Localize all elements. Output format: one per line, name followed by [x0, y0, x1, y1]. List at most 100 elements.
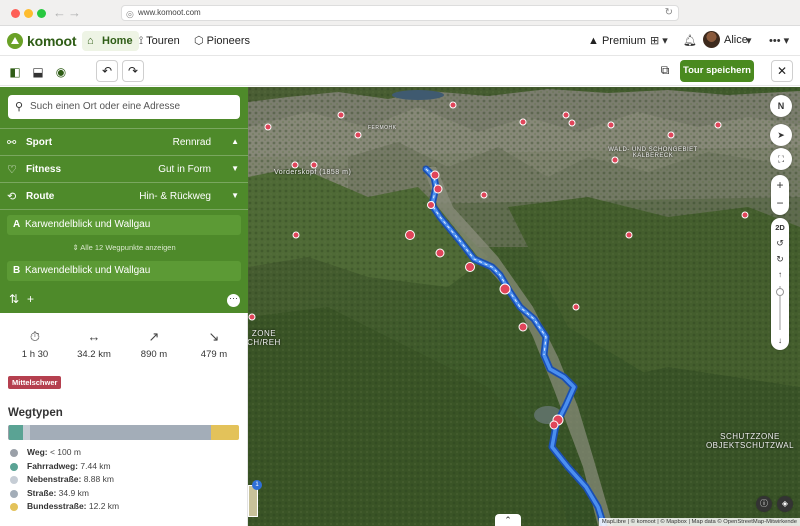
route-label: Route	[26, 191, 55, 202]
window-close-button[interactable]	[11, 9, 20, 18]
zoom-in-icon[interactable]: +	[771, 178, 789, 192]
app-header: komoot ⌂ Home ⟟ Touren ⬡ Pioneers ▲ Premiu…	[0, 26, 800, 56]
more-menu-icon[interactable]: ••• ▾	[769, 34, 789, 47]
waypoint-b[interactable]: B Karwendelblick und Wallgau	[7, 261, 241, 281]
waypoint-a[interactable]: A Karwendelblick und Wallgau	[7, 215, 241, 235]
waypoint-a-tag: A	[13, 219, 21, 230]
back-icon[interactable]: ←	[53, 5, 66, 20]
wegtyp-item[interactable]: Nebenstraße: 8.88 km	[10, 473, 119, 487]
fullscreen-icon: ⛶	[777, 154, 785, 164]
compass-icon: N	[777, 101, 785, 111]
wegtyp-item[interactable]: Weg: < 100 m	[10, 446, 119, 460]
waypoint-more-icon[interactable]: ···	[227, 294, 240, 307]
nav-pioneers-label: Pioneers	[206, 35, 251, 47]
waypoint-a-name: Karwendelblick und Wallgau	[25, 219, 151, 230]
redo-button[interactable]: ↷	[122, 60, 144, 82]
locate-arrow-icon: ➤	[777, 130, 785, 140]
map-3d-view[interactable]: Vorderskopf (1858 m) WALD- UND SCHONGEBI…	[248, 87, 800, 526]
tilt-slider-handle[interactable]	[776, 288, 784, 296]
brand-name[interactable]: komoot	[27, 33, 77, 49]
premium-link[interactable]: ▲ Premium	[588, 35, 646, 47]
route-icon: ⟟	[139, 35, 144, 47]
sport-label: Sport	[26, 137, 53, 148]
bottom-panel-icon[interactable]: ⬓	[29, 63, 47, 81]
wegtyp-value: 12.2 km	[86, 501, 120, 512]
window-zoom-button[interactable]	[37, 9, 46, 18]
komoot-logo-icon[interactable]	[7, 33, 23, 49]
fullscreen-button[interactable]: ⛶	[770, 148, 792, 170]
reload-icon[interactable]: ↻	[665, 6, 673, 20]
close-planner-button[interactable]: ✕	[771, 60, 793, 82]
reverse-route-icon[interactable]: ⇅	[9, 292, 19, 306]
wegtypen-list: Weg: < 100 m Fahrradweg: 7.44 km Nebenstra…	[10, 446, 119, 514]
distance-icon: ↔	[87, 329, 101, 344]
descent-stat: ↘ 479 m	[184, 329, 244, 360]
waypoint-b-tag: B	[13, 265, 21, 276]
wegtyp-item[interactable]: Fahrradweg: 7.44 km	[10, 460, 119, 474]
zoom-out-icon[interactable]: −	[771, 196, 789, 210]
wegtyp-name: Fahrradweg:	[27, 460, 79, 471]
wegtyp-item[interactable]: Bundesstraße: 12.2 km	[10, 500, 119, 514]
wegtyp-item[interactable]: Straße: 34.9 km	[10, 487, 119, 501]
device-sync-button[interactable]: ⧉	[654, 60, 676, 82]
descent-arrow-icon: ↘	[208, 329, 220, 344]
planner-toolbar: ◧ ⬓ ◉ ↶ ↷ ⧉ Tour speichern ✕	[0, 57, 800, 86]
tilt-up-icon[interactable]: ↑	[771, 270, 789, 279]
view-2d-toggle[interactable]: 2D	[771, 223, 789, 232]
planner-settings-panel: ⚲ Such einen Ort oder eine Adresse ⚯ Spo…	[0, 87, 248, 313]
create-plus-icon[interactable]: ⊞ ▾	[650, 34, 668, 47]
fitness-selector[interactable]: ♡ Fitness Gut in Form ▼	[0, 156, 248, 182]
bike-icon: ⚯	[7, 137, 17, 149]
locate-button[interactable]: ➤	[770, 124, 792, 146]
wegtyp-swatch	[10, 503, 18, 512]
map-attribution[interactable]: MapLibre | © komoot | © Mapbox | Map dat…	[598, 518, 800, 526]
forward-icon[interactable]: →	[68, 5, 81, 20]
user-chevron-down-icon[interactable]: ▾	[746, 34, 752, 47]
collapse-panel-button[interactable]: ⌃	[495, 514, 521, 526]
eye-icon[interactable]: ◉	[52, 63, 70, 81]
rotate-right-icon[interactable]: ↻	[771, 254, 789, 265]
nav-home-label: Home	[102, 35, 133, 47]
user-name[interactable]: Alice	[724, 34, 748, 46]
undo-button[interactable]: ↶	[96, 60, 118, 82]
wegtyp-value: 34.9 km	[56, 487, 89, 498]
show-all-waypoints-link[interactable]: ⇕ Alle 12 Wegpunkte anzeigen	[0, 243, 248, 252]
nav-pioneers[interactable]: ⬡ Pioneers	[194, 31, 250, 51]
sidebar-layout-icon[interactable]: ◧	[6, 63, 24, 81]
nav-home[interactable]: ⌂ Home	[82, 31, 139, 51]
device-sync-icon: ⧉	[660, 63, 670, 77]
add-waypoint-icon[interactable]: +	[27, 292, 34, 306]
map-label-small: FERMOHK	[368, 125, 397, 131]
window-minimize-button[interactable]	[24, 9, 33, 18]
tilt-down-icon[interactable]: ↓	[771, 336, 789, 345]
address-bar[interactable]: ◎ www.komoot.com ↻	[121, 5, 679, 21]
avatar[interactable]	[703, 31, 720, 48]
compass-button[interactable]: N	[770, 95, 792, 117]
stopwatch-icon: ⏱	[29, 329, 41, 344]
wegtypen-bar-segment	[210, 425, 239, 440]
layers-icon: ◈	[781, 499, 789, 508]
terrain-render	[248, 87, 800, 526]
wegtypen-title: Wegtypen	[8, 407, 63, 419]
sport-selector[interactable]: ⚯ Sport Rennrad ▲	[0, 129, 248, 155]
wegtypen-bar-segment	[23, 425, 31, 440]
location-search-input[interactable]: ⚲ Such einen Ort oder eine Adresse	[8, 95, 240, 119]
close-icon: ✕	[776, 64, 788, 78]
nav-touren[interactable]: ⟟ Touren	[139, 31, 180, 51]
pioneer-icon: ⬡	[194, 35, 204, 47]
wegtyp-name: Weg:	[27, 447, 48, 457]
nav-touren-label: Touren	[146, 35, 180, 47]
info-icon: ⓘ	[760, 499, 768, 508]
descent-value: 479 m	[200, 349, 228, 360]
map-label-zone: ZONE CH/REH	[248, 329, 281, 347]
map-info-button[interactable]: ⓘ	[756, 496, 772, 512]
wegtyp-value: 7.44 km	[78, 460, 111, 471]
save-tour-button[interactable]: Tour speichern	[680, 60, 754, 82]
notification-bell-icon[interactable]: 🔔︎	[683, 34, 697, 47]
rotate-left-icon[interactable]: ↺	[771, 238, 789, 249]
map-layers-button[interactable]: ◈	[777, 496, 793, 512]
route-value: Hin- & Rückweg	[139, 191, 211, 202]
globe-icon: ◎	[126, 9, 134, 19]
wegtyp-swatch	[10, 449, 18, 457]
route-type-selector[interactable]: ⟲ Route Hin- & Rückweg ▼	[0, 183, 248, 209]
